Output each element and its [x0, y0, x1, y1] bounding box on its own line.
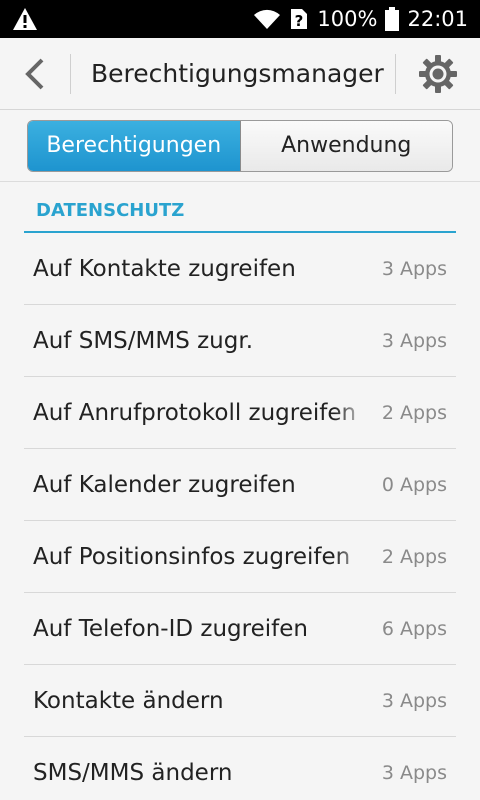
item-label: Auf Kontakte zugreifen	[33, 255, 296, 282]
wifi-icon	[253, 8, 281, 30]
battery-icon	[385, 7, 400, 31]
tab-berechtigungen[interactable]: Berechtigungen	[28, 120, 241, 171]
tabs-bar: Berechtigungen Anwendung	[0, 110, 480, 182]
item-label: Auf Positionsinfos zugreifen	[33, 543, 351, 570]
section-header: DATENSCHUTZ	[24, 182, 456, 233]
status-right: ? 100% 22:01	[253, 7, 468, 31]
list-item[interactable]: Auf Kontakte zugreifen 3 Apps	[24, 233, 456, 305]
item-count: 2 Apps	[381, 401, 447, 424]
gear-icon	[418, 54, 458, 94]
item-label: Auf Telefon-ID zugreifen	[33, 615, 308, 642]
status-bar: ? 100% 22:01	[0, 0, 480, 38]
list-item[interactable]: Auf Positionsinfos zugreifen 2 Apps	[24, 521, 456, 593]
list-item[interactable]: Auf SMS/MMS zugr. 3 Apps	[24, 305, 456, 377]
item-count: 3 Apps	[381, 761, 447, 784]
tab-group: Berechtigungen Anwendung	[27, 119, 453, 172]
item-label: Auf Kalender zugreifen	[33, 471, 296, 498]
item-count: 0 Apps	[381, 473, 447, 496]
item-label: Kontakte ändern	[33, 687, 224, 714]
list-item[interactable]: Kontakte ändern 3 Apps	[24, 665, 456, 737]
clock: 22:01	[407, 7, 468, 31]
screen: ? 100% 22:01 Berechtigungsmanager Berech…	[0, 0, 480, 800]
item-label: Auf SMS/MMS zugr.	[33, 327, 254, 354]
item-count: 6 Apps	[381, 617, 447, 640]
item-count: 3 Apps	[381, 257, 447, 280]
warning-icon	[12, 7, 38, 31]
sim-unknown-icon: ?	[289, 7, 309, 31]
settings-button[interactable]	[396, 38, 480, 110]
item-count: 3 Apps	[381, 329, 447, 352]
item-label: Auf Anrufprotokoll zugreifen	[33, 399, 357, 426]
item-label: SMS/MMS ändern	[33, 759, 233, 786]
back-arrow-icon	[24, 57, 46, 91]
back-button[interactable]	[0, 38, 70, 110]
status-left	[12, 7, 253, 31]
item-count: 2 Apps	[381, 545, 447, 568]
item-count: 3 Apps	[381, 689, 447, 712]
list-item[interactable]: Auf Anrufprotokoll zugreifen 2 Apps	[24, 377, 456, 449]
tab-anwendung[interactable]: Anwendung	[240, 120, 452, 171]
list-item[interactable]: SMS/MMS ändern 3 Apps	[24, 737, 456, 800]
permission-list: Auf Kontakte zugreifen 3 Apps Auf SMS/MM…	[24, 233, 456, 800]
app-header: Berechtigungsmanager	[0, 38, 480, 110]
svg-text:?: ?	[295, 12, 304, 30]
list-item[interactable]: Auf Kalender zugreifen 0 Apps	[24, 449, 456, 521]
list-item[interactable]: Auf Telefon-ID zugreifen 6 Apps	[24, 593, 456, 665]
battery-level: 100%	[317, 7, 378, 31]
page-title: Berechtigungsmanager	[91, 59, 384, 88]
